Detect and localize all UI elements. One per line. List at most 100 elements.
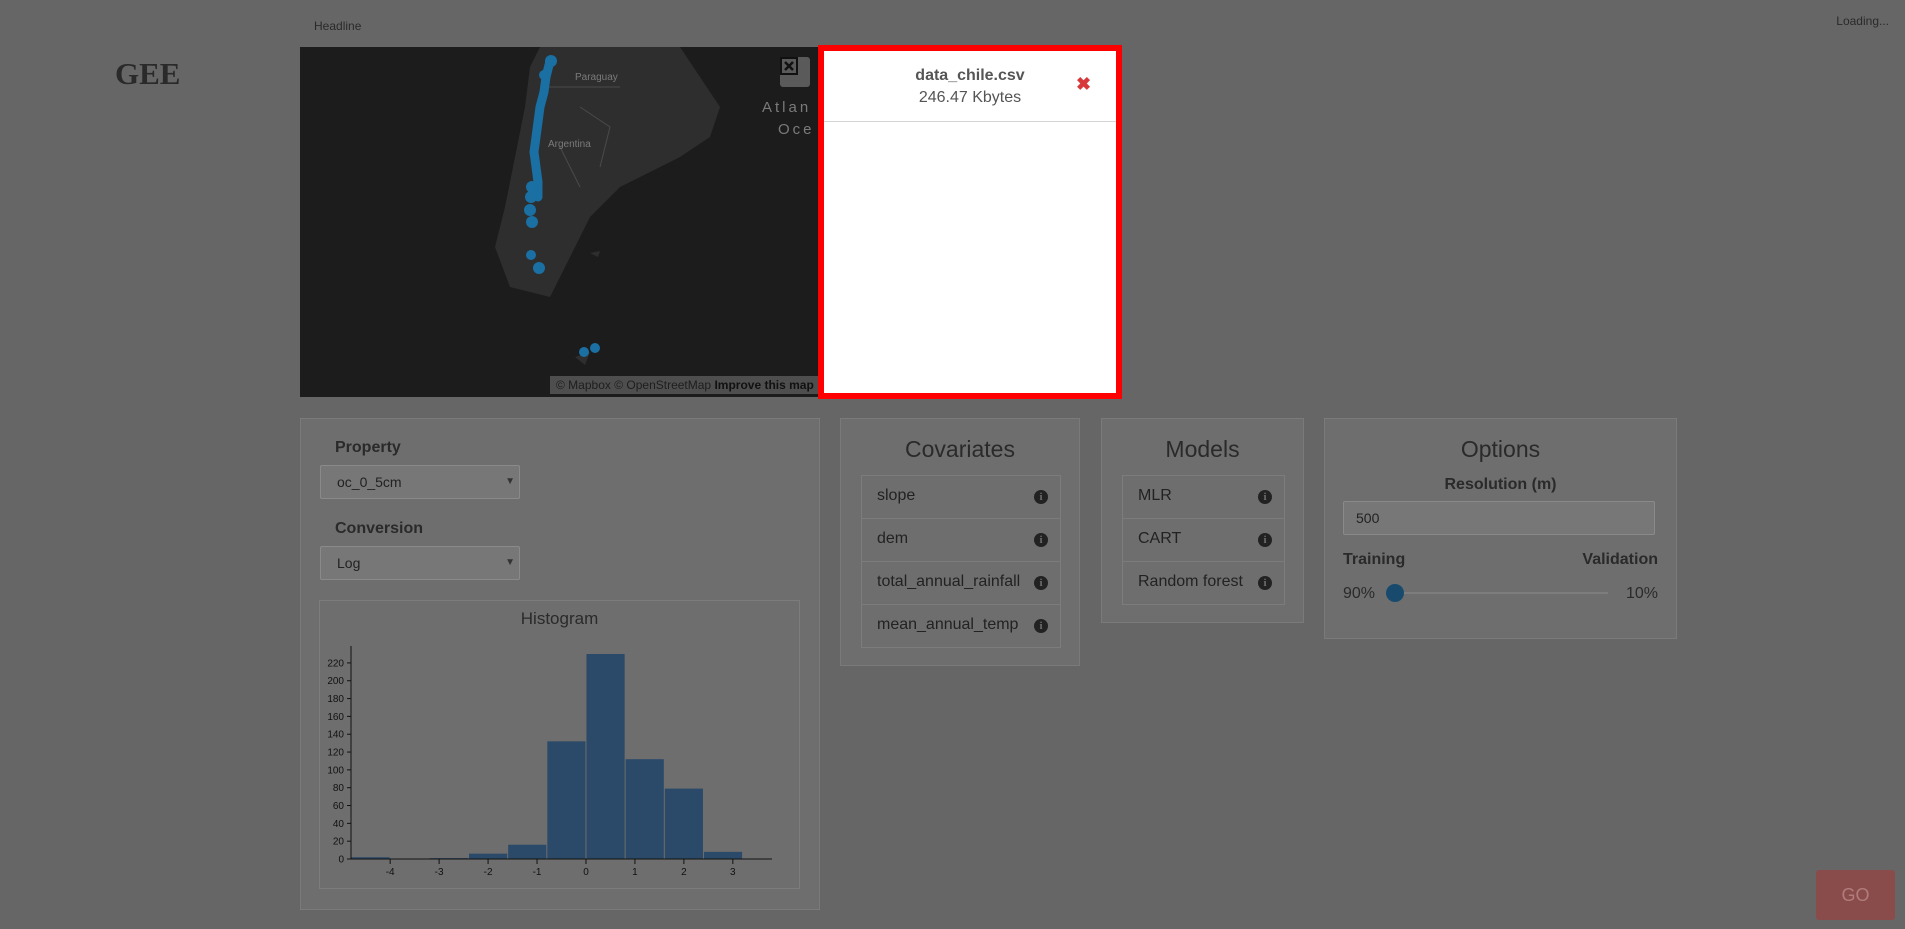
- x-tick-label: -1: [533, 867, 542, 878]
- y-tick-label: 180: [327, 694, 344, 705]
- covariate-label: mean_annual_temp: [877, 616, 1019, 633]
- histogram-chart: 0 20 40 60 80 100 120 140 160 180 200 220 -4 -3 -2 -1 0 1…: [327, 646, 772, 878]
- map-label-ocean-2: Oce: [778, 121, 815, 138]
- y-tick-label: 120: [327, 748, 344, 759]
- model-item-random-forest[interactable]: Random forest i: [1122, 561, 1285, 605]
- info-icon[interactable]: i: [1034, 619, 1048, 633]
- map-label-argentina: Argentina: [548, 139, 591, 150]
- model-label: Random forest: [1138, 573, 1243, 590]
- y-tick-label: 80: [333, 783, 345, 794]
- covariate-item-mean-annual-temp[interactable]: mean_annual_temp i: [861, 604, 1061, 648]
- covariate-label: dem: [877, 530, 909, 547]
- training-percent: 90%: [1343, 585, 1376, 602]
- covariates-panel: Covariates slope i dem i total_annual_ra…: [840, 418, 1080, 666]
- sample-point: [533, 262, 545, 274]
- y-tick-label: 220: [327, 658, 344, 669]
- y-tick-label: 40: [333, 819, 345, 830]
- x-tick-label: -3: [435, 867, 444, 878]
- model-label: MLR: [1138, 487, 1172, 504]
- sample-point: [524, 204, 536, 216]
- info-icon[interactable]: i: [1034, 490, 1048, 504]
- histogram-bar: [625, 759, 664, 859]
- model-item-mlr[interactable]: MLR i: [1122, 475, 1285, 519]
- mapbox-link[interactable]: © Mapbox: [556, 378, 611, 392]
- y-tick-label: 140: [327, 730, 344, 741]
- validation-label: Validation: [1582, 551, 1658, 568]
- options-panel: Options Resolution (m) 500 Training Vali…: [1324, 418, 1677, 639]
- sample-point: [545, 55, 557, 67]
- options-title: Options: [1460, 436, 1541, 462]
- covariates-title: Covariates: [905, 436, 1015, 462]
- conversion-select[interactable]: Log ▼: [320, 546, 520, 580]
- models-panel: Models MLR i CART i Random forest i: [1101, 418, 1304, 623]
- validation-percent: 10%: [1625, 585, 1658, 602]
- split-slider-handle[interactable]: [1386, 584, 1404, 602]
- x-tick-label: 0: [583, 867, 589, 878]
- conversion-select-value: Log: [337, 555, 361, 571]
- go-button[interactable]: GO: [1816, 870, 1895, 920]
- loading-status: Loading...: [1836, 14, 1889, 28]
- improve-map-link[interactable]: Improve this map: [714, 378, 813, 392]
- covariate-item-slope[interactable]: slope i: [861, 475, 1061, 519]
- sample-point: [526, 250, 536, 260]
- sample-point: [525, 191, 537, 203]
- resolution-input[interactable]: 500: [1343, 501, 1655, 535]
- info-icon[interactable]: i: [1258, 490, 1272, 504]
- covariate-item-dem[interactable]: dem i: [861, 518, 1061, 562]
- y-tick-label: 160: [327, 712, 344, 723]
- resolution-label: Resolution (m): [1444, 476, 1557, 493]
- histogram-bar: [508, 844, 547, 859]
- histogram-bar: [664, 788, 703, 859]
- models-title: Models: [1165, 436, 1240, 462]
- brand-logo: GEE: [115, 56, 181, 91]
- modal-divider: [824, 121, 1116, 122]
- map-label-paraguay: Paraguay: [575, 72, 618, 83]
- fullscreen-button[interactable]: [780, 57, 810, 87]
- property-select-value: oc_0_5cm: [337, 474, 402, 490]
- covariate-item-total-annual-rainfall[interactable]: total_annual_rainfall i: [861, 561, 1061, 605]
- file-name: data_chile.csv: [915, 67, 1025, 84]
- histogram-bar: [468, 853, 508, 859]
- fullscreen-icon: [780, 57, 798, 75]
- histogram-bar: [703, 851, 743, 859]
- sample-point: [539, 70, 549, 80]
- y-tick-label: 60: [333, 801, 345, 812]
- map-label-ocean-1: Atlan: [762, 99, 812, 116]
- y-tick-label: 0: [338, 855, 344, 866]
- upload-file-preview: data_chile.csv 246.47 Kbytes ✖: [818, 45, 1122, 399]
- conversion-label: Conversion: [335, 520, 424, 537]
- chevron-down-icon: ▼: [505, 476, 515, 487]
- x-tick-label: -2: [484, 867, 493, 878]
- property-label: Property: [335, 439, 401, 456]
- model-item-cart[interactable]: CART i: [1122, 518, 1285, 562]
- info-icon[interactable]: i: [1034, 576, 1048, 590]
- info-icon[interactable]: i: [1258, 576, 1272, 590]
- falkland-islands: [590, 251, 600, 257]
- headline-text: Headline: [314, 19, 362, 33]
- south-america-landmass: [495, 47, 720, 297]
- histogram-bar: [547, 741, 586, 859]
- covariate-label: total_annual_rainfall: [877, 573, 1021, 590]
- training-label: Training: [1343, 551, 1406, 568]
- sample-point: [590, 343, 600, 353]
- covariate-label: slope: [877, 487, 916, 504]
- map-view[interactable]: Paraguay Argentina Atlan Oce © Mapbox © …: [300, 47, 818, 397]
- info-icon[interactable]: i: [1258, 533, 1272, 547]
- x-tick-label: 3: [730, 867, 736, 878]
- x-tick-label: -4: [386, 867, 395, 878]
- property-select[interactable]: oc_0_5cm ▼: [320, 465, 520, 499]
- y-tick-label: 100: [327, 765, 344, 776]
- y-tick-label: 20: [333, 837, 345, 848]
- close-x-icon[interactable]: ✖: [1076, 75, 1091, 93]
- x-tick-label: 1: [632, 867, 638, 878]
- histogram-box: Histogram 0 20 40 60 80 100 120 140 160 180 200 220…: [319, 600, 800, 889]
- sample-point: [526, 216, 538, 228]
- chevron-down-icon: ▼: [505, 557, 515, 568]
- split-slider-track[interactable]: [1395, 592, 1608, 594]
- map-canvas: [495, 47, 720, 365]
- model-label: CART: [1138, 530, 1182, 547]
- osm-link[interactable]: © OpenStreetMap: [614, 378, 711, 392]
- info-icon[interactable]: i: [1034, 533, 1048, 547]
- y-tick-label: 200: [327, 676, 344, 687]
- sample-point: [579, 347, 589, 357]
